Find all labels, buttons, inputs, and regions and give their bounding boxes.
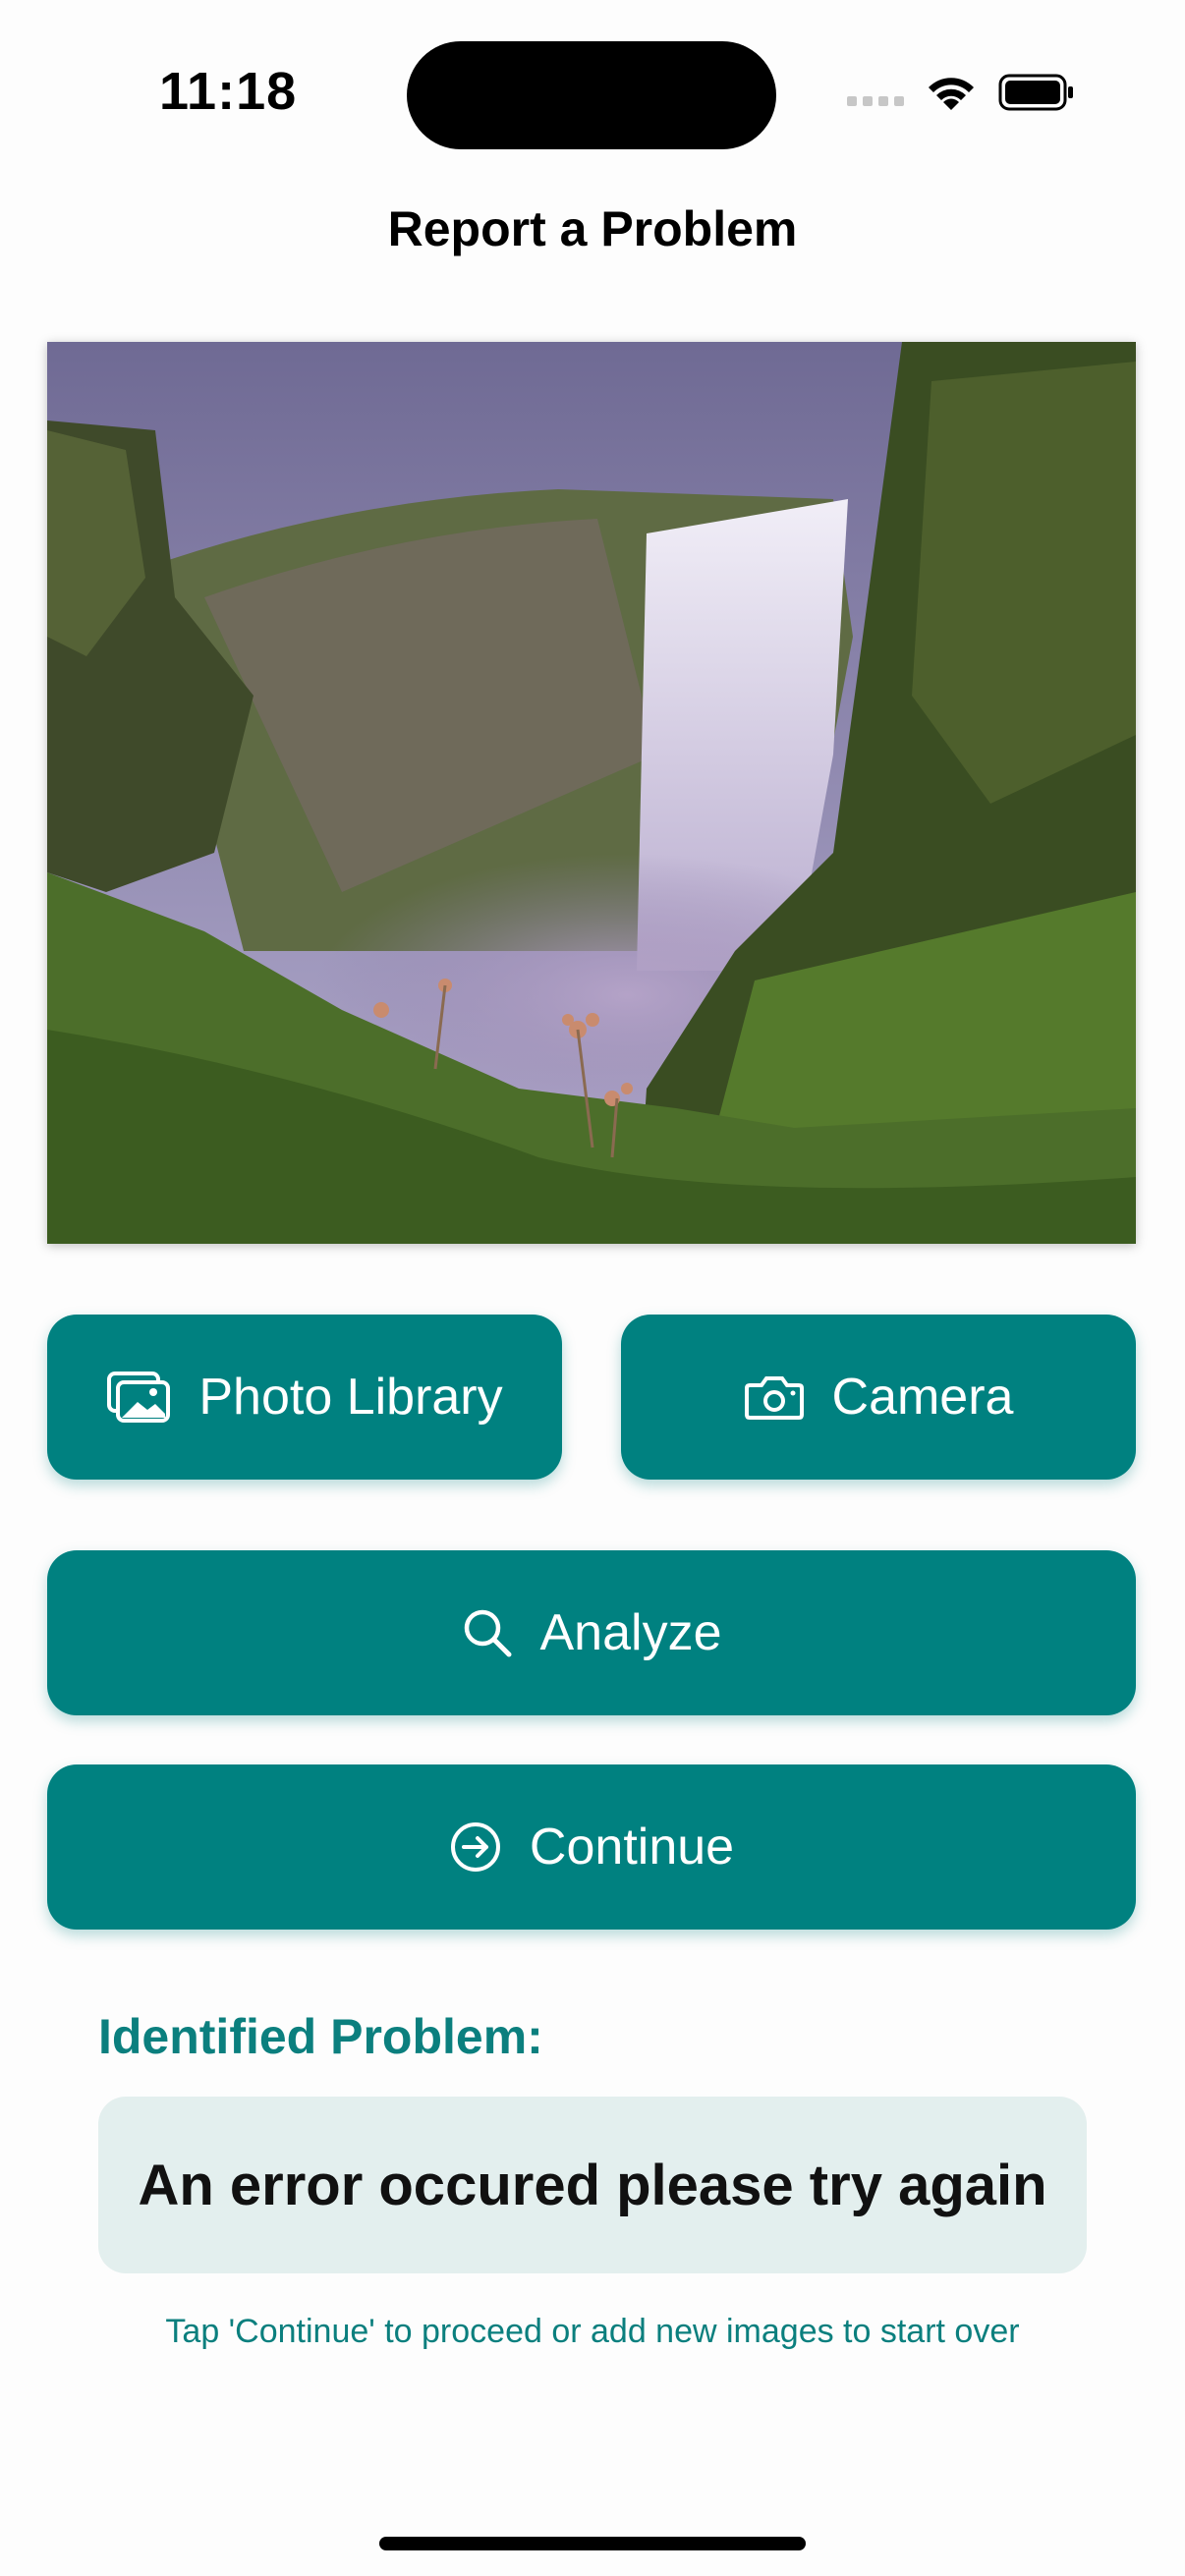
photo-library-label: Photo Library: [198, 1369, 503, 1426]
error-message: An error occured please try again: [138, 2153, 1047, 2217]
continue-button[interactable]: Continue: [47, 1764, 1136, 1930]
photo-library-button[interactable]: Photo Library: [47, 1315, 562, 1480]
wifi-icon: [924, 73, 979, 119]
dynamic-island: [407, 41, 776, 149]
photo-library-icon: [106, 1371, 171, 1424]
battery-icon: [998, 73, 1075, 117]
status-time: 11:18: [159, 62, 298, 121]
analyze-button[interactable]: Analyze: [47, 1550, 1136, 1715]
arrow-circle-icon: [449, 1820, 502, 1874]
analyze-label: Analyze: [539, 1604, 722, 1661]
hint-text: Tap 'Continue' to proceed or add new ima…: [165, 2313, 1020, 2350]
camera-button[interactable]: Camera: [621, 1315, 1136, 1480]
camera-label: Camera: [831, 1369, 1014, 1426]
selected-photo: [47, 342, 1136, 1244]
continue-label: Continue: [529, 1819, 735, 1876]
error-message-box: An error occured please try again: [98, 2097, 1087, 2273]
status-bar: 11:18: [0, 0, 1185, 187]
home-indicator[interactable]: [379, 2537, 806, 2550]
identified-problem-label: Identified Problem:: [98, 2009, 543, 2064]
page-title: Report a Problem: [387, 201, 798, 256]
cellular-signal-icon: [847, 96, 904, 106]
camera-icon: [744, 1373, 805, 1421]
search-icon: [462, 1607, 513, 1658]
